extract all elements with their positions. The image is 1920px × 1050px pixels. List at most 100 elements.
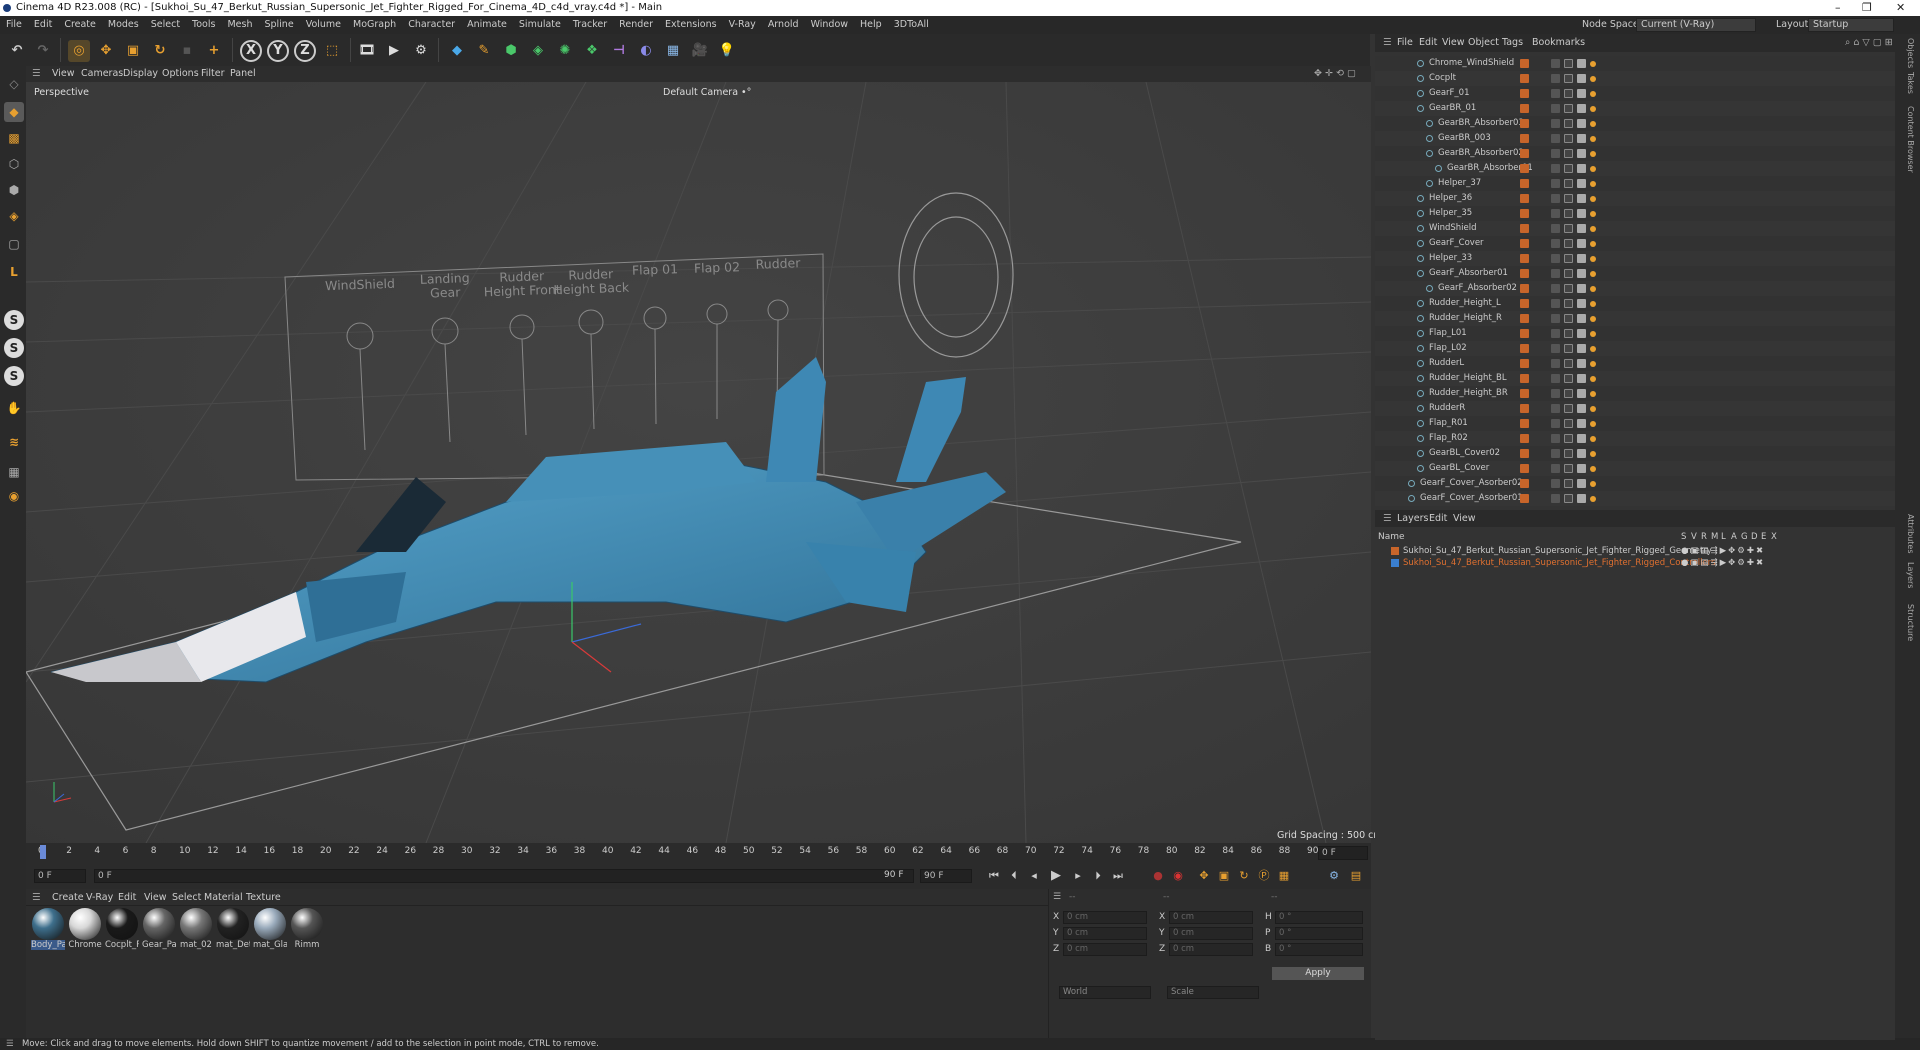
right-tab-structure[interactable]: Structure: [1906, 604, 1915, 641]
tag-icon-4[interactable]: [1590, 406, 1596, 412]
layer-color-tag[interactable]: [1520, 494, 1529, 503]
visibility-dots[interactable]: [1533, 149, 1542, 158]
object-row[interactable]: Flap_R01: [1375, 416, 1895, 431]
material-menu-material[interactable]: Material: [204, 892, 243, 903]
start-frame-field[interactable]: 0 F: [34, 869, 86, 883]
restore-button[interactable]: ❐: [1862, 0, 1872, 16]
visibility-dots[interactable]: [1533, 359, 1542, 368]
tag-icon-3[interactable]: [1577, 374, 1586, 383]
right-tab-content-browser[interactable]: Content Browser: [1906, 106, 1915, 173]
object-row[interactable]: RudderL: [1375, 356, 1895, 371]
visibility-dots[interactable]: [1533, 419, 1542, 428]
object-row[interactable]: Rudder_Height_BL: [1375, 371, 1895, 386]
tag-icon-1[interactable]: [1551, 389, 1560, 398]
object-row[interactable]: Helper_37: [1375, 176, 1895, 191]
layer-color-tag[interactable]: [1520, 104, 1529, 113]
tag-icon-4[interactable]: [1590, 316, 1596, 322]
edges-mode-icon[interactable]: ⬢: [4, 180, 24, 200]
object-row[interactable]: Rudder_Height_R: [1375, 311, 1895, 326]
layer-color-tag[interactable]: [1520, 134, 1529, 143]
menu-modes[interactable]: Modes: [102, 16, 145, 34]
object-row[interactable]: Helper_36: [1375, 191, 1895, 206]
visibility-dots[interactable]: [1533, 284, 1542, 293]
grid-icon[interactable]: ▦: [4, 462, 24, 482]
object-row[interactable]: GearF_01: [1375, 86, 1895, 101]
menu-render[interactable]: Render: [613, 16, 659, 34]
tag-icon-3[interactable]: [1577, 254, 1586, 263]
tag-icon-2[interactable]: [1564, 164, 1573, 173]
tag-icon-3[interactable]: [1577, 164, 1586, 173]
menu-extensions[interactable]: Extensions: [659, 16, 723, 34]
layer-color-tag[interactable]: [1520, 224, 1529, 233]
material-swatch[interactable]: Gear_Pa: [142, 908, 176, 954]
next-frame-icon[interactable]: ▸: [1070, 868, 1086, 884]
tag-icon-2[interactable]: [1564, 374, 1573, 383]
tag-icon-1[interactable]: [1551, 479, 1560, 488]
tag-icon-1[interactable]: [1551, 89, 1560, 98]
layer-color-tag[interactable]: [1520, 299, 1529, 308]
visibility-dots[interactable]: [1533, 404, 1542, 413]
tag-icon-2[interactable]: [1564, 284, 1573, 293]
viewport-menu-icon[interactable]: ☰: [32, 66, 41, 82]
tag-icon-1[interactable]: [1551, 194, 1560, 203]
layer-color-tag[interactable]: [1520, 284, 1529, 293]
floor-icon[interactable]: ▦: [662, 40, 684, 62]
apply-button[interactable]: Apply: [1272, 967, 1364, 980]
timeline-icon[interactable]: ▤: [1348, 868, 1364, 884]
snap-s2-icon[interactable]: S: [4, 338, 24, 358]
tag-icon-3[interactable]: [1577, 389, 1586, 398]
tag-icon-4[interactable]: [1590, 106, 1596, 112]
tag-icon-1[interactable]: [1551, 269, 1560, 278]
redo-icon[interactable]: ↷: [32, 40, 54, 62]
tag-icon-1[interactable]: [1551, 419, 1560, 428]
tag-icon-2[interactable]: [1564, 404, 1573, 413]
material-menu-create[interactable]: Create: [52, 892, 84, 903]
tag-icon-3[interactable]: [1577, 284, 1586, 293]
coord-size-field[interactable]: 0 cm: [1169, 943, 1253, 956]
object-search-icon[interactable]: ⌕ ⌂ ▽ ▢ ⊞: [1845, 37, 1893, 48]
tag-icon-1[interactable]: [1551, 119, 1560, 128]
material-menu-icon[interactable]: ☰: [32, 892, 41, 903]
visibility-dots[interactable]: [1533, 344, 1542, 353]
tag-icon-1[interactable]: [1551, 134, 1560, 143]
layer-color-tag[interactable]: [1520, 74, 1529, 83]
tag-icon-4[interactable]: [1590, 136, 1596, 142]
menu-file[interactable]: File: [0, 16, 28, 34]
tag-icon-2[interactable]: [1564, 89, 1573, 98]
goto-start-icon[interactable]: ⏮: [986, 868, 1002, 884]
coordinate-system-icon[interactable]: ⬚: [321, 40, 343, 62]
pen-icon[interactable]: ✎: [473, 40, 495, 62]
tag-icon-4[interactable]: [1590, 166, 1596, 172]
material-swatch[interactable]: Chrome: [68, 908, 102, 954]
object-row[interactable]: WindShield: [1375, 221, 1895, 236]
current-frame-field[interactable]: 0 F: [1318, 846, 1368, 860]
3d-viewport[interactable]: WindShield Landing Gear Rudder Height Fron…: [26, 82, 1371, 843]
tag-icon-1[interactable]: [1551, 329, 1560, 338]
texture-mode-icon[interactable]: ▩: [4, 128, 24, 148]
tag-icon-3[interactable]: [1577, 494, 1586, 503]
tag-icon-3[interactable]: [1577, 269, 1586, 278]
tag-icon-1[interactable]: [1551, 224, 1560, 233]
object-row[interactable]: Cocplt: [1375, 71, 1895, 86]
tag-icon-1[interactable]: [1551, 179, 1560, 188]
object-row[interactable]: RudderR: [1375, 401, 1895, 416]
tag-icon-3[interactable]: [1577, 464, 1586, 473]
visibility-dots[interactable]: [1533, 449, 1542, 458]
visibility-dots[interactable]: [1533, 194, 1542, 203]
tag-icon-4[interactable]: [1590, 361, 1596, 367]
layer-color-tag[interactable]: [1520, 374, 1529, 383]
right-tab-takes[interactable]: Takes: [1906, 72, 1915, 94]
tag-icon-3[interactable]: [1577, 59, 1586, 68]
keyframe-move-icon[interactable]: ✥: [1196, 868, 1212, 884]
uv-mode-icon[interactable]: ▢: [4, 234, 24, 254]
menu-spline[interactable]: Spline: [258, 16, 299, 34]
visibility-dots[interactable]: [1533, 299, 1542, 308]
sculpt-icon[interactable]: ≋: [4, 432, 24, 452]
object-row[interactable]: Helper_35: [1375, 206, 1895, 221]
record-icon[interactable]: ◉: [1170, 868, 1186, 884]
tag-icon-2[interactable]: [1564, 239, 1573, 248]
tag-icon-4[interactable]: [1590, 346, 1596, 352]
menu-character[interactable]: Character: [402, 16, 461, 34]
close-button[interactable]: ✕: [1896, 0, 1905, 16]
prev-frame-icon[interactable]: ◂: [1026, 868, 1042, 884]
